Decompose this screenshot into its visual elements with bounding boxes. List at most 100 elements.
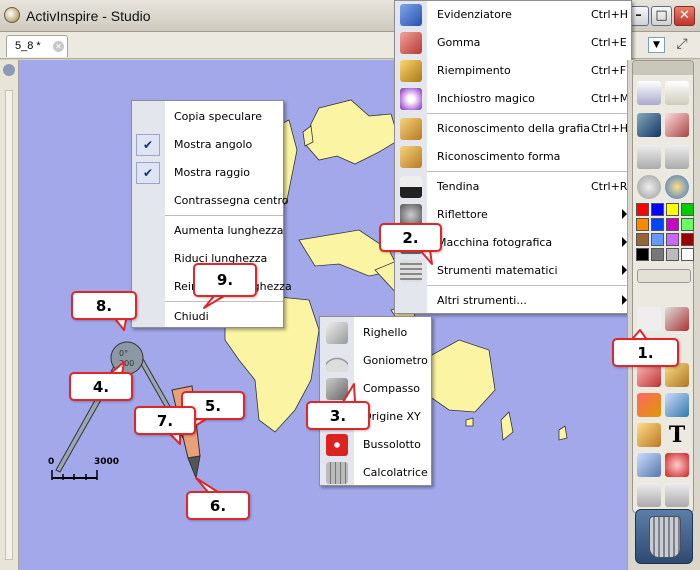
menu-item-label: Aumenta lunghezza: [174, 224, 284, 237]
toolbox-header[interactable]: [633, 61, 693, 75]
left-scrollbar[interactable]: [5, 90, 13, 560]
menu-item-label: Mostra raggio: [174, 166, 251, 179]
menu-item-label: Altri strumenti...: [437, 294, 527, 307]
menu-item-label: Origine XY: [363, 410, 421, 423]
menu-item-label: Riflettore: [437, 208, 488, 221]
magic-ink-icon: [400, 88, 422, 110]
color-swatch[interactable]: [636, 248, 649, 261]
tab-flipchart[interactable]: 5_8 * ✕: [6, 35, 68, 57]
menu-item-magic-ink[interactable]: Inchiostro magico Ctrl+M: [395, 85, 633, 113]
next-page-icon[interactable]: [665, 145, 689, 169]
color-swatch[interactable]: [681, 233, 694, 246]
color-swatch[interactable]: [666, 203, 679, 216]
color-swatch[interactable]: [666, 233, 679, 246]
menu-item-protractor[interactable]: Goniometro: [320, 347, 433, 375]
pen-width-slider[interactable]: [637, 269, 691, 283]
menu-item-more-tools[interactable]: Altri strumenti...: [395, 287, 633, 315]
dice-icon: [326, 434, 348, 456]
pin-icon[interactable]: [3, 64, 15, 76]
menu-item-shortcut: Ctrl+H: [591, 8, 629, 21]
color-swatch[interactable]: [636, 203, 649, 216]
menu-item-mark-center[interactable]: Contrassegna centro: [132, 187, 289, 215]
color-swatch[interactable]: [651, 233, 664, 246]
undo-icon[interactable]: [637, 483, 661, 507]
menu-item-increase-length[interactable]: Aumenta lunghezza: [132, 217, 285, 245]
landmass-europe: [304, 99, 400, 165]
color-swatch[interactable]: [681, 203, 694, 216]
menu-separator: [427, 113, 631, 114]
landmass-new-zealand: [500, 411, 514, 441]
tools-icon[interactable]: [665, 307, 689, 331]
close-button[interactable]: ✕: [674, 6, 695, 26]
trash-bin[interactable]: [635, 509, 693, 564]
maximize-button[interactable]: □: [651, 6, 672, 26]
color-swatch[interactable]: [636, 233, 649, 246]
menu-item-label: Compasso: [363, 382, 421, 395]
color-swatch[interactable]: [651, 248, 664, 261]
menu-item-show-angle[interactable]: ✔ Mostra angolo: [132, 131, 285, 159]
landmass-australia: [422, 339, 496, 413]
callout-6: 6.: [186, 491, 250, 520]
connector-icon[interactable]: [665, 393, 689, 417]
menu-item-show-radius[interactable]: ✔ Mostra raggio: [132, 159, 285, 187]
menu-item-math-tools[interactable]: Strumenti matematici: [395, 257, 633, 285]
color-swatch[interactable]: [681, 218, 694, 231]
main-toolbox: T: [632, 60, 694, 513]
color-swatch[interactable]: [651, 203, 664, 216]
zoom-dropdown[interactable]: ▼: [648, 37, 665, 53]
menu-item-label: Evidenziatore: [437, 8, 512, 21]
select-pen-icon[interactable]: [665, 113, 689, 137]
previous-page-icon[interactable]: [637, 145, 661, 169]
menu-separator: [427, 171, 631, 172]
menu-item-ruler[interactable]: Righello: [320, 319, 433, 347]
resource-browser-icon[interactable]: [665, 81, 689, 105]
menu-item-fill[interactable]: Riempimento Ctrl+F: [395, 57, 633, 85]
menu-item-compass[interactable]: Compasso: [320, 375, 433, 403]
menu-item-reveal-blind[interactable]: Tendina Ctrl+R: [395, 173, 633, 201]
shape-recognition-icon: [400, 146, 422, 168]
color-swatch[interactable]: [666, 248, 679, 261]
menu-item-calculator[interactable]: Calcolatrice: [320, 459, 433, 487]
handwriting-recognition-icon: [400, 118, 422, 140]
callout-2: 2.: [379, 223, 442, 252]
menu-separator: [427, 285, 631, 286]
redo-icon[interactable]: [665, 483, 689, 507]
flipchart-browser-icon[interactable]: [637, 81, 661, 105]
clipart-icon[interactable]: [637, 423, 661, 447]
pen-icon[interactable]: [637, 113, 661, 137]
menu-item-close[interactable]: Chiudi: [132, 303, 285, 331]
window-title: ActivInspire - Studio: [26, 8, 151, 24]
menu-item-shortcut: Ctrl+R: [591, 180, 628, 193]
tab-close-icon[interactable]: ✕: [53, 41, 64, 52]
magic-tools-icon[interactable]: [665, 175, 689, 199]
pointer-icon[interactable]: [637, 307, 661, 331]
callout-1: 1.: [612, 338, 679, 367]
menu-item-label: Bussolotto: [363, 438, 421, 451]
menu-item-dice[interactable]: Bussolotto: [320, 431, 433, 459]
landmass-tasmania: [465, 417, 474, 427]
color-palette: [633, 203, 695, 263]
menu-separator: [165, 215, 283, 216]
menu-item-highlighter[interactable]: Evidenziatore Ctrl+H: [395, 1, 633, 29]
color-swatch[interactable]: [636, 218, 649, 231]
eraser-icon: [400, 32, 422, 54]
play-icon[interactable]: [637, 175, 661, 199]
menu-item-mirror-copy[interactable]: Copia speculare: [132, 103, 285, 131]
shape-icon[interactable]: [637, 393, 661, 417]
menu-item-shortcut: Ctrl+H: [591, 122, 629, 135]
color-swatch[interactable]: [681, 248, 694, 261]
menu-item-shape-recognition[interactable]: Riconoscimento forma: [395, 143, 633, 171]
fullscreen-icon[interactable]: ⤢: [670, 36, 694, 54]
maximize-icon: □: [655, 8, 668, 23]
menu-item-eraser[interactable]: Gomma Ctrl+E: [395, 29, 633, 57]
menu-item-label: Copia speculare: [174, 110, 263, 123]
menu-item-label: Gomma: [437, 36, 481, 49]
callout-4: 4.: [69, 372, 133, 401]
menu-item-handwriting-recognition[interactable]: Riconoscimento della grafia Ctrl+H: [395, 115, 633, 143]
reset-page-icon[interactable]: [665, 453, 689, 477]
color-swatch[interactable]: [651, 218, 664, 231]
color-swatch[interactable]: [666, 218, 679, 231]
compass-icon: [326, 378, 348, 400]
text-icon[interactable]: T: [665, 423, 689, 447]
clear-icon[interactable]: [637, 453, 661, 477]
